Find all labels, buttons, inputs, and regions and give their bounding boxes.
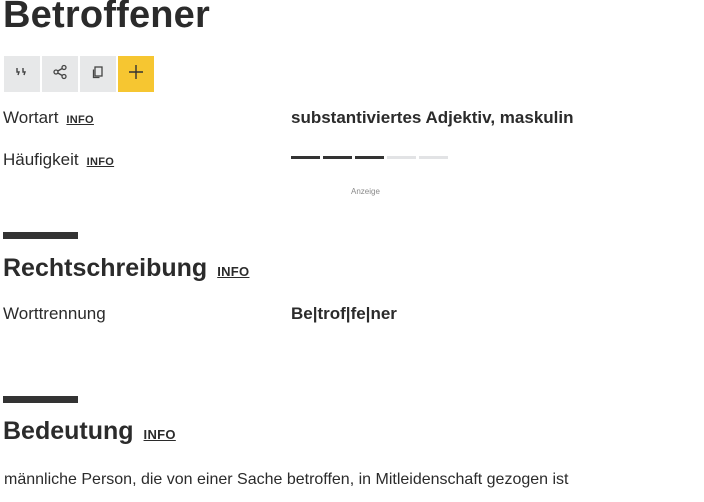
section-heading-rechtschreibung: Rechtschreibung INFO	[3, 254, 249, 283]
bedeutung-info-link[interactable]: INFO	[144, 427, 176, 442]
share-icon	[52, 64, 68, 85]
bedeutung-text: männliche Person, die von einer Sache be…	[4, 471, 569, 488]
haeufigkeit-label: Häufigkeit	[3, 150, 79, 169]
copy-button[interactable]	[80, 56, 116, 92]
add-button[interactable]	[118, 56, 154, 92]
share-button[interactable]	[42, 56, 78, 92]
wortart-value: substantiviertes Adjektiv, maskulin	[291, 108, 574, 127]
copy-icon	[91, 65, 105, 84]
frequency-segment	[323, 156, 352, 159]
rechtschreibung-heading: Rechtschreibung	[3, 254, 208, 282]
frequency-segment	[355, 156, 384, 159]
frequency-segment	[419, 156, 448, 159]
section-heading-bedeutung: Bedeutung INFO	[3, 417, 176, 446]
section-divider-rechtschreibung	[3, 232, 78, 239]
frequency-segment	[291, 156, 320, 159]
plus-icon	[128, 64, 144, 85]
frequency-meter	[291, 156, 448, 159]
ad-label: Anzeige	[351, 187, 380, 196]
wortart-label-row: Wortart INFO	[3, 108, 94, 128]
page-title: Betroffener	[3, 0, 211, 36]
frequency-segment	[387, 156, 416, 159]
quote-button[interactable]	[4, 56, 40, 92]
entry-toolbar	[4, 56, 154, 92]
haeufigkeit-info-link[interactable]: INFO	[87, 156, 114, 168]
wortart-info-link[interactable]: INFO	[66, 114, 93, 126]
section-divider-bedeutung	[3, 396, 78, 403]
worttrennung-value: Be|trof|fe|ner	[291, 304, 397, 323]
rechtschreibung-info-link[interactable]: INFO	[217, 264, 249, 279]
bedeutung-heading: Bedeutung	[3, 417, 134, 445]
wortart-label: Wortart	[3, 108, 59, 127]
worttrennung-label: Worttrennung	[3, 304, 106, 323]
haeufigkeit-label-row: Häufigkeit INFO	[3, 150, 114, 170]
quote-icon	[15, 65, 29, 83]
